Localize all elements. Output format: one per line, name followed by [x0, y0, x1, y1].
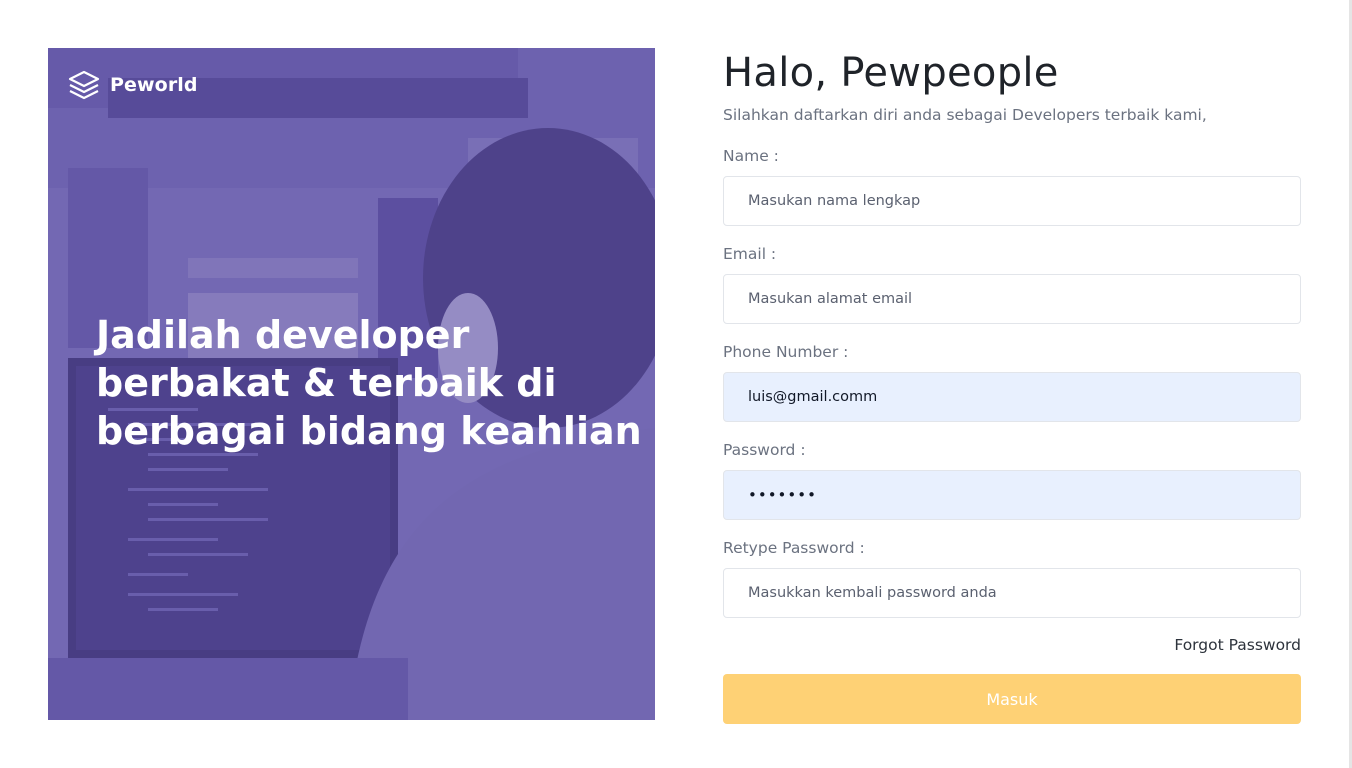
brand-name: Peworld — [110, 74, 198, 96]
phone-field[interactable] — [723, 372, 1301, 422]
password-label: Password : — [723, 441, 806, 459]
name-field[interactable] — [723, 176, 1301, 226]
page-title: Halo, Pewpeople — [723, 50, 1059, 96]
page-subtitle: Silahkan daftarkan diri anda sebagai Dev… — [723, 106, 1207, 124]
brand[interactable]: Peworld — [68, 69, 198, 101]
hero-headline: Jadilah developer berbakat & terbaik di … — [96, 313, 642, 453]
email-input[interactable] — [748, 291, 1300, 307]
password-input[interactable]: ••••••• — [748, 486, 817, 504]
phone-input[interactable] — [748, 389, 1300, 405]
retype-password-label: Retype Password : — [723, 539, 865, 557]
name-input[interactable] — [748, 193, 1300, 209]
retype-password-field[interactable] — [723, 568, 1301, 618]
submit-button[interactable]: Masuk — [723, 674, 1301, 724]
phone-label: Phone Number : — [723, 343, 849, 361]
retype-password-input[interactable] — [748, 585, 1300, 601]
email-field[interactable] — [723, 274, 1301, 324]
hero-panel: Peworld Jadilah developer berbakat & ter… — [48, 48, 655, 720]
password-field[interactable]: ••••••• — [723, 470, 1301, 520]
register-form: Halo, Pewpeople Silahkan daftarkan diri … — [723, 48, 1301, 724]
layers-icon — [68, 69, 100, 101]
register-page: Peworld Jadilah developer berbakat & ter… — [0, 0, 1352, 768]
email-label: Email : — [723, 245, 777, 263]
name-label: Name : — [723, 147, 779, 165]
forgot-password-link[interactable]: Forgot Password — [1174, 636, 1301, 654]
